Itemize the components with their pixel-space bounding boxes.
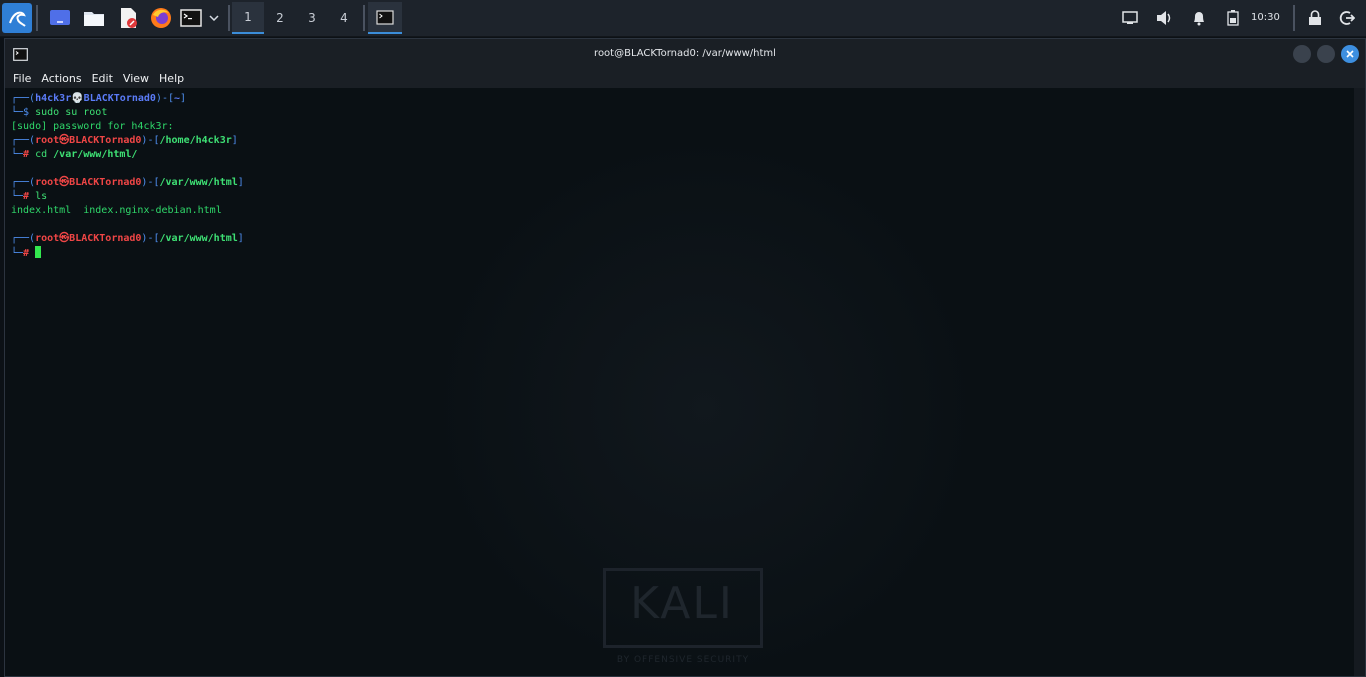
workspace-3[interactable]: 3 — [296, 2, 328, 34]
panel-separator — [363, 5, 365, 31]
prompt-border: ] — [231, 135, 238, 146]
output-line: index.html index.nginx-debian.html — [11, 205, 222, 216]
clock[interactable]: 10:30 — [1251, 12, 1280, 23]
prompt-symbol: └─ — [11, 149, 24, 160]
desktop-icon[interactable] — [46, 4, 74, 32]
chevron-down-icon[interactable] — [204, 4, 224, 32]
prompt-border: ┌──( — [11, 135, 36, 146]
prompt-border: ] — [237, 177, 244, 188]
prompt-border: ] — [180, 93, 187, 104]
command-text: ls — [35, 191, 48, 202]
workspace-2[interactable]: 2 — [264, 2, 296, 34]
prompt-border: ] — [237, 233, 244, 244]
prompt-line: ┌──(root㉿BLACKTornad0)-[/var/www/html] — [11, 232, 244, 246]
panel-separator — [36, 5, 38, 31]
root-hash: # — [23, 248, 36, 259]
network-icon[interactable] — [1116, 4, 1144, 32]
workspace-label: 4 — [340, 11, 348, 25]
terminal-launcher-icon[interactable] — [177, 4, 205, 32]
workspace-4[interactable]: 4 — [328, 2, 360, 34]
kali-watermark-subtitle: BY OFFENSIVE SECURITY — [616, 655, 750, 665]
prompt-user: root㉿BLACKTornad0 — [35, 233, 142, 244]
command-line[interactable]: └─# — [11, 246, 42, 261]
kali-watermark-title: KALI — [630, 578, 734, 629]
prompt-border: ┌──( — [11, 93, 36, 104]
lock-screen-icon[interactable] — [1301, 4, 1329, 32]
top-panel: 1 2 3 4 10:30 — [0, 0, 1366, 37]
prompt-border: )-[ — [141, 233, 160, 244]
close-icon — [1346, 50, 1354, 58]
logout-icon[interactable] — [1333, 4, 1361, 32]
command-line: └─$ sudo su root — [11, 106, 107, 120]
notification-bell-icon[interactable] — [1185, 4, 1213, 32]
prompt-border: )-[ — [155, 93, 174, 104]
prompt-line: ┌──(root㉿BLACKTornad0)-[/var/www/html] — [11, 176, 244, 190]
prompt-user: root㉿BLACKTornad0 — [35, 135, 142, 146]
workspace-1[interactable]: 1 — [232, 2, 264, 34]
terminal-icon — [376, 9, 394, 25]
window-titlebar[interactable]: root@BLACKTornad0: /var/www/html — [5, 39, 1365, 68]
skull-icon: 💀 — [71, 93, 84, 104]
prompt-host: BLACKTornad0 — [83, 93, 156, 104]
menu-view[interactable]: View — [123, 72, 149, 85]
prompt-line: ┌──(h4ck3r💀BLACKTornad0)-[~] — [11, 92, 186, 106]
command-text: cd — [35, 149, 54, 160]
menu-edit[interactable]: Edit — [92, 72, 113, 85]
prompt-dir: /var/www/html — [159, 177, 238, 188]
terminal-output[interactable]: KALI BY OFFENSIVE SECURITY ┌──(h4ck3r💀BL… — [5, 88, 1354, 676]
terminal-window: root@BLACKTornad0: /var/www/html File Ac… — [4, 38, 1366, 677]
prompt-dir: /var/www/html — [159, 233, 238, 244]
minimize-button[interactable] — [1293, 45, 1311, 63]
prompt-line: ┌──(root㉿BLACKTornad0)-[/home/h4ck3r] — [11, 134, 238, 148]
prompt-border: )-[ — [141, 135, 160, 146]
menu-help[interactable]: Help — [159, 72, 184, 85]
prompt-border: ┌──( — [11, 177, 36, 188]
panel-separator — [228, 5, 230, 31]
taskbar-terminal-button[interactable] — [368, 2, 402, 34]
command-text: sudo su root — [35, 107, 108, 118]
prompt-user: h4ck3r — [35, 93, 72, 104]
text-editor-icon[interactable] — [114, 4, 142, 32]
file-manager-icon[interactable] — [80, 4, 108, 32]
prompt-dir: /home/h4ck3r — [159, 135, 232, 146]
prompt-symbol: └─ — [11, 191, 24, 202]
command-line: └─# cd /var/www/html/ — [11, 148, 137, 162]
prompt-border: ┌──( — [11, 233, 36, 244]
text-cursor — [35, 246, 42, 258]
prompt-symbol: └─$ — [11, 107, 36, 118]
window-title: root@BLACKTornad0: /var/www/html — [594, 48, 776, 59]
panel-separator — [1293, 5, 1295, 31]
workspace-label: 2 — [276, 11, 284, 25]
volume-icon[interactable] — [1150, 4, 1178, 32]
prompt-border: )-[ — [141, 177, 160, 188]
battery-icon[interactable] — [1219, 4, 1247, 32]
output-line: [sudo] password for h4ck3r: — [11, 121, 174, 132]
close-button[interactable] — [1341, 45, 1359, 63]
kali-menu-icon[interactable] — [2, 3, 32, 33]
root-hash: # — [23, 149, 36, 160]
menu-file[interactable]: File — [13, 72, 31, 85]
workspace-label: 3 — [308, 11, 316, 25]
prompt-user: root㉿BLACKTornad0 — [35, 177, 142, 188]
menu-actions[interactable]: Actions — [41, 72, 81, 85]
workspace-label: 1 — [244, 10, 252, 24]
command-line: └─# ls — [11, 190, 47, 204]
maximize-button[interactable] — [1317, 45, 1335, 63]
root-hash: # — [23, 191, 36, 202]
command-arg: /var/www/html/ — [53, 149, 138, 160]
terminal-scrollbar[interactable] — [1354, 88, 1365, 676]
menu-bar: File Actions Edit View Help — [5, 68, 1365, 88]
prompt-symbol: └─ — [11, 248, 24, 259]
firefox-icon[interactable] — [147, 4, 175, 32]
